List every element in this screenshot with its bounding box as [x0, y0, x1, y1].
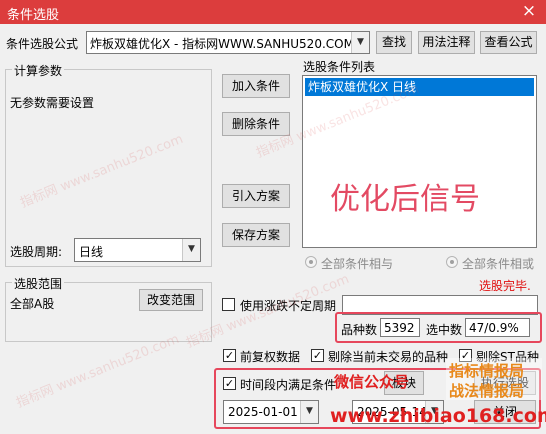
add-condition-button[interactable]: 加入条件 [222, 74, 290, 98]
radio-or[interactable] [446, 256, 458, 268]
change-scope-button[interactable]: 改变范围 [139, 289, 203, 311]
window-title: 条件选股 [7, 8, 60, 23]
radio-and-label: 全部条件相与 [321, 257, 394, 271]
title-bar: 条件选股 × [0, 0, 546, 24]
promo-tag-line1: 指标情报局 [449, 362, 525, 380]
wechat-overlay: 微信公众号 [334, 373, 410, 391]
params-group-title: 计算参数 [12, 62, 65, 79]
formula-select[interactable]: 炸板双雄优化X - 指标网WWW.SANHU520.COM ▼ [86, 31, 370, 54]
save-plan-button[interactable]: 保存方案 [222, 223, 290, 247]
close-icon[interactable]: × [518, 1, 540, 21]
exclude-untraded-label: 剔除当前未交易的品种 [328, 350, 449, 364]
radio-and[interactable] [305, 256, 317, 268]
chevron-down-icon[interactable]: ▼ [182, 239, 200, 261]
counts-highlight [335, 312, 542, 343]
period-select[interactable]: 日线 ▼ [74, 238, 201, 262]
radio-or-label: 全部条件相或 [462, 257, 535, 271]
import-plan-button[interactable]: 引入方案 [222, 184, 290, 208]
chevron-down-icon[interactable]: ▼ [351, 32, 369, 53]
scope-value: 全部A股 [10, 297, 55, 311]
period-value: 日线 [79, 245, 104, 259]
formula-value: 炸板双雄优化X - 指标网WWW.SANHU520.COM [90, 37, 354, 51]
conditions-list[interactable]: 炸板双雄优化X 日线 优化后信号 [302, 75, 537, 248]
usage-notes-button[interactable]: 用法注释 [418, 31, 475, 54]
conditions-title: 选股条件列表 [303, 60, 376, 74]
promo-tag: 指标情报局 战法情报局 [446, 358, 542, 400]
forward-adjust-checkbox[interactable]: ✓ [223, 349, 236, 362]
period-label: 选股周期: [10, 245, 63, 259]
optimized-signal-label: 优化后信号 [330, 182, 480, 217]
formula-label: 条件选股公式 [6, 37, 79, 51]
find-button[interactable]: 查找 [376, 31, 412, 54]
forward-adjust-label: 前复权数据 [240, 350, 301, 364]
promo-tag-line2: 战法情报局 [449, 382, 525, 400]
site-overlay: www.zhibiao168.com [330, 405, 546, 427]
status-text: 选股完毕. [479, 279, 531, 293]
exclude-untraded-checkbox[interactable]: ✓ [311, 349, 324, 362]
view-formula-button[interactable]: 查看公式 [480, 31, 537, 54]
params-note: 无参数需要设置 [10, 96, 95, 110]
unfixed-period-checkbox[interactable] [222, 298, 235, 311]
scope-group-title: 选股范围 [12, 275, 65, 292]
